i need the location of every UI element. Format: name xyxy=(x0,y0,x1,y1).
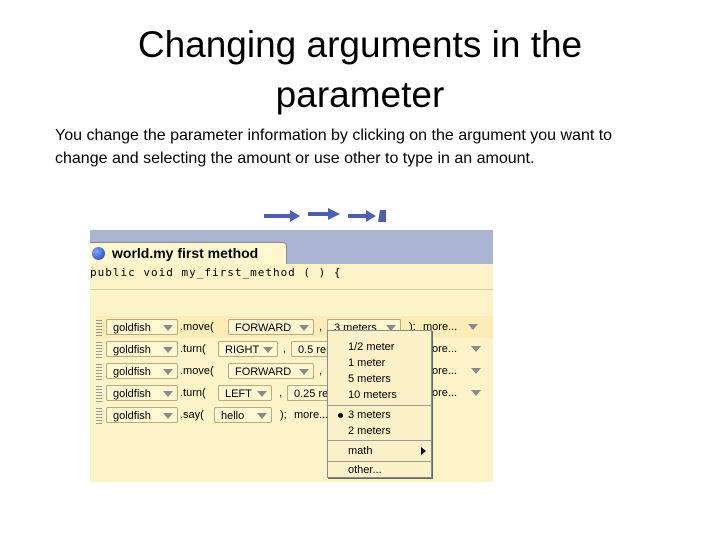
dropdown-arrow-icon xyxy=(257,391,267,397)
direction-arg[interactable]: FORWARD xyxy=(228,363,314,379)
code-row[interactable]: goldfish .turn( LEFT , 0.25 re ore... xyxy=(96,385,493,403)
tab-label: world.my first method xyxy=(112,245,259,261)
dropdown-arrow-icon xyxy=(299,369,309,375)
more-dropdown-icon xyxy=(468,324,478,330)
direction-arg[interactable]: FORWARD xyxy=(228,319,314,335)
menu-item-3-meters-selected[interactable]: 3 meters xyxy=(328,407,431,423)
dropdown-arrow-icon xyxy=(163,347,173,353)
dropdown-arrow-icon xyxy=(163,413,173,419)
menu-separator xyxy=(328,440,431,441)
drag-handle-icon[interactable] xyxy=(96,320,102,336)
slide-title: Changing arguments in the parameter xyxy=(60,20,660,120)
drag-handle-icon[interactable] xyxy=(96,408,102,424)
submenu-arrow-icon xyxy=(421,447,426,455)
dropdown-arrow-icon xyxy=(163,325,173,331)
method-name: .say( xyxy=(180,409,204,421)
slide-title-line1: Changing arguments in the xyxy=(137,24,583,65)
direction-arg[interactable]: LEFT xyxy=(218,385,272,401)
more-button[interactable]: ore... xyxy=(432,385,457,402)
method-name: .move( xyxy=(180,321,214,333)
method-name: .move( xyxy=(180,365,214,377)
dropdown-arrow-icon xyxy=(257,413,267,419)
drag-handle-icon[interactable] xyxy=(96,386,102,402)
more-dropdown-icon xyxy=(471,390,481,396)
drag-handle-icon[interactable] xyxy=(96,364,102,380)
more-dropdown-icon xyxy=(471,368,481,374)
tab-world-my-first-method[interactable]: world.my first method xyxy=(90,242,287,265)
more-button[interactable]: ore... xyxy=(432,341,457,358)
menu-item-other[interactable]: other... xyxy=(328,462,431,478)
dropdown-arrow-icon xyxy=(163,369,173,375)
code-row[interactable]: goldfish .move( FORWARD , ore... xyxy=(96,363,493,381)
method-editor: public void my_first_method ( ) { goldfi… xyxy=(90,264,493,482)
code-row[interactable]: goldfish .move( FORWARD , 3 meters ); mo… xyxy=(96,316,493,338)
menu-item-math[interactable]: math xyxy=(328,443,431,459)
alice-screenshot: world.my first method public void my_fir… xyxy=(90,208,493,482)
menu-separator xyxy=(328,405,431,406)
toolbar-arrows-icon xyxy=(264,208,386,222)
menu-item-2-meters[interactable]: 2 meters xyxy=(328,423,431,439)
method-signature: public void my_first_method ( ) { xyxy=(90,266,342,279)
statement-close: ); xyxy=(280,409,287,421)
method-globe-icon xyxy=(92,247,105,260)
signature-divider xyxy=(90,289,493,290)
menu-item-half-meter[interactable]: 1/2 meter xyxy=(328,339,431,355)
selected-bullet-icon xyxy=(338,413,343,418)
dropdown-arrow-icon xyxy=(263,347,273,353)
more-dropdown-icon xyxy=(471,346,481,352)
more-button[interactable]: ore... xyxy=(432,363,457,380)
direction-arg[interactable]: RIGHT xyxy=(218,341,278,357)
arg-separator: , xyxy=(319,365,323,377)
object-tile[interactable]: goldfish xyxy=(106,385,178,401)
object-tile[interactable]: goldfish xyxy=(106,319,178,335)
slide-body-text: You change the parameter information by … xyxy=(55,127,613,167)
arg-separator: , xyxy=(279,387,283,399)
drag-handle-icon[interactable] xyxy=(96,342,102,358)
dropdown-arrow-icon xyxy=(299,325,309,331)
method-tab-strip: world.my first method xyxy=(90,230,493,265)
distance-dropdown-menu: 1/2 meter 1 meter 5 meters 10 meters 3 m… xyxy=(327,330,432,478)
method-name: .turn( xyxy=(180,343,206,355)
object-tile[interactable]: goldfish xyxy=(106,341,178,357)
text-arg[interactable]: hello xyxy=(214,407,272,423)
arg-separator: , xyxy=(283,343,287,355)
menu-item-5-meters[interactable]: 5 meters xyxy=(328,371,431,387)
more-button[interactable]: more... xyxy=(294,407,328,424)
slide-title-line2: parameter xyxy=(275,74,445,115)
code-row[interactable]: goldfish .turn( RIGHT , 0.5 re ore... xyxy=(96,341,493,359)
arg-separator: , xyxy=(319,321,323,333)
code-row[interactable]: goldfish .say( hello ); more... xyxy=(96,407,493,425)
menu-item-1-meter[interactable]: 1 meter xyxy=(328,355,431,371)
menu-item-10-meters[interactable]: 10 meters xyxy=(328,387,431,403)
object-tile[interactable]: goldfish xyxy=(106,363,178,379)
dropdown-arrow-icon xyxy=(163,391,173,397)
method-name: .turn( xyxy=(180,387,206,399)
object-tile[interactable]: goldfish xyxy=(106,407,178,423)
